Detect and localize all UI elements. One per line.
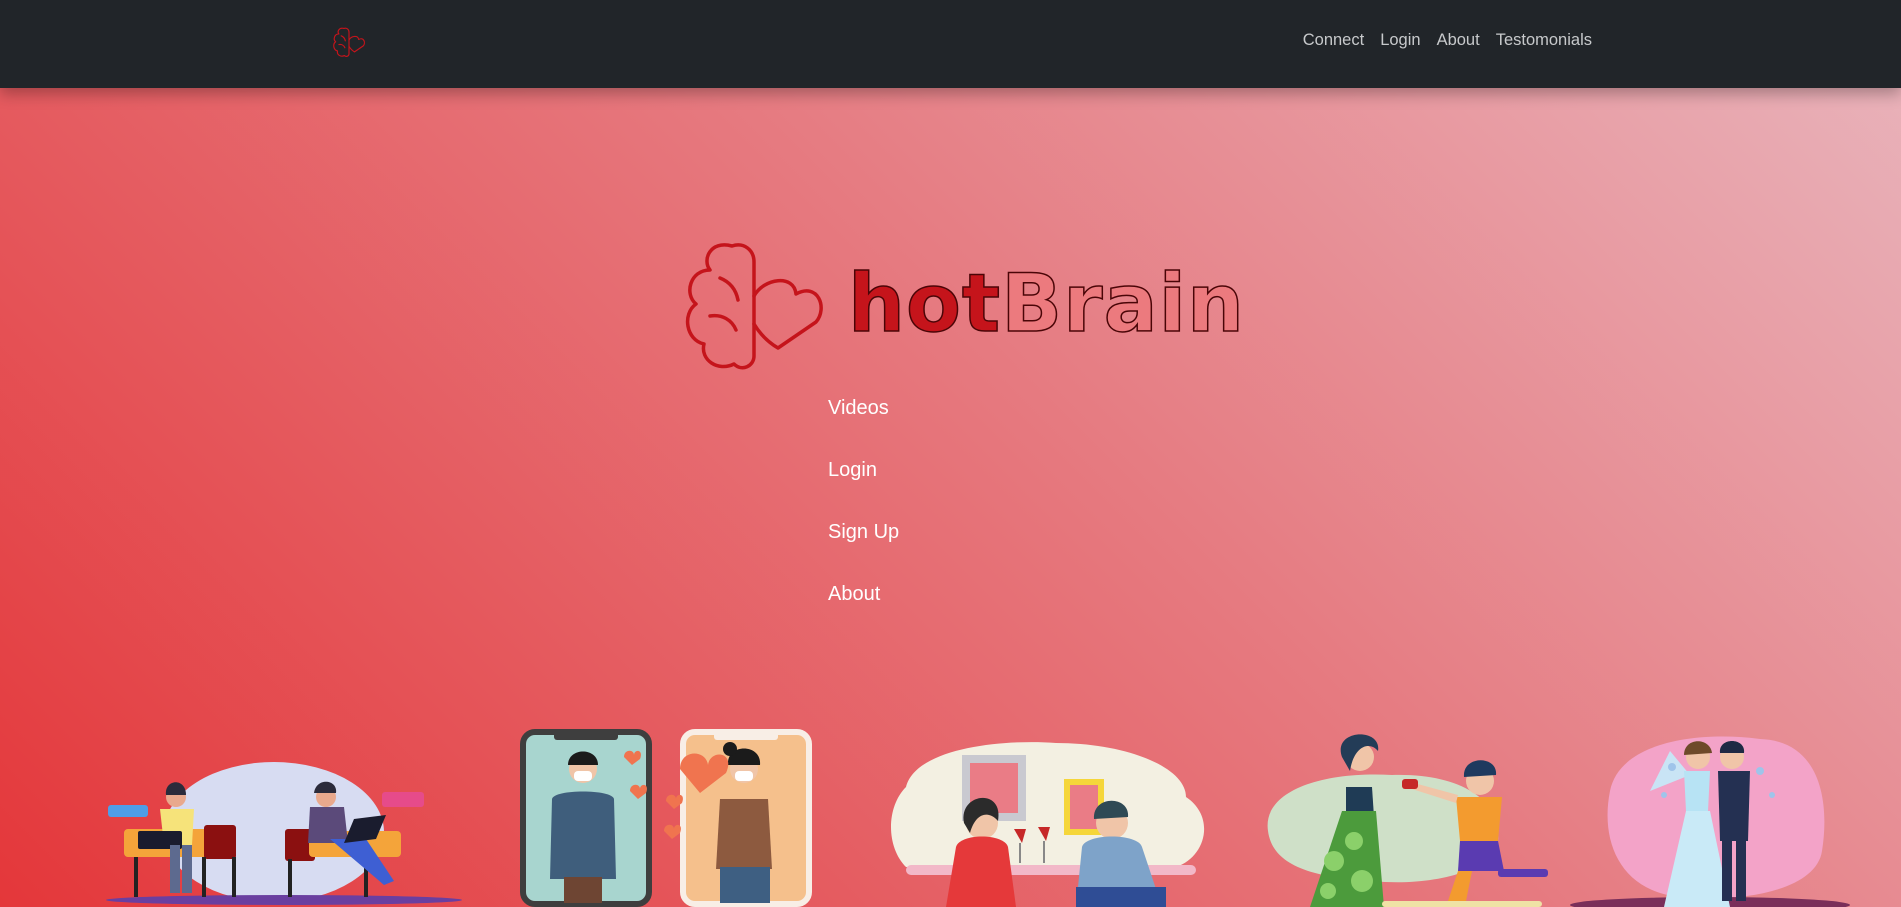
dinner-date-couple-illustration (891, 742, 1205, 907)
nav-links: Connect Login About Testomonials (1303, 31, 1592, 50)
marriage-proposal-illustration (1267, 734, 1548, 907)
brand-wordmark: hotBrain (847, 263, 1245, 345)
brain-heart-icon[interactable] (332, 25, 366, 59)
nav-link-testimonials[interactable]: Testomonials (1496, 31, 1592, 50)
brand-hot: hot (847, 257, 1002, 350)
nav-link-connect[interactable]: Connect (1303, 31, 1364, 50)
hero-menu: Videos Login Sign Up About (828, 397, 899, 645)
video-call-couple-with-masks-illustration (520, 729, 812, 907)
menu-videos[interactable]: Videos (828, 397, 899, 459)
menu-sign-up[interactable]: Sign Up (828, 521, 899, 583)
brain-heart-icon (685, 243, 823, 370)
navbar: Connect Login About Testomonials (0, 0, 1901, 88)
nav-link-about[interactable]: About (1437, 31, 1480, 50)
menu-login[interactable]: Login (828, 459, 899, 521)
nav-link-login[interactable]: Login (1380, 31, 1420, 50)
brand-brain: Brain (1000, 257, 1245, 350)
couple-chatting-on-laptops-illustration (106, 762, 462, 905)
wedding-couple-illustration (1570, 736, 1850, 907)
menu-about[interactable]: About (828, 583, 899, 645)
